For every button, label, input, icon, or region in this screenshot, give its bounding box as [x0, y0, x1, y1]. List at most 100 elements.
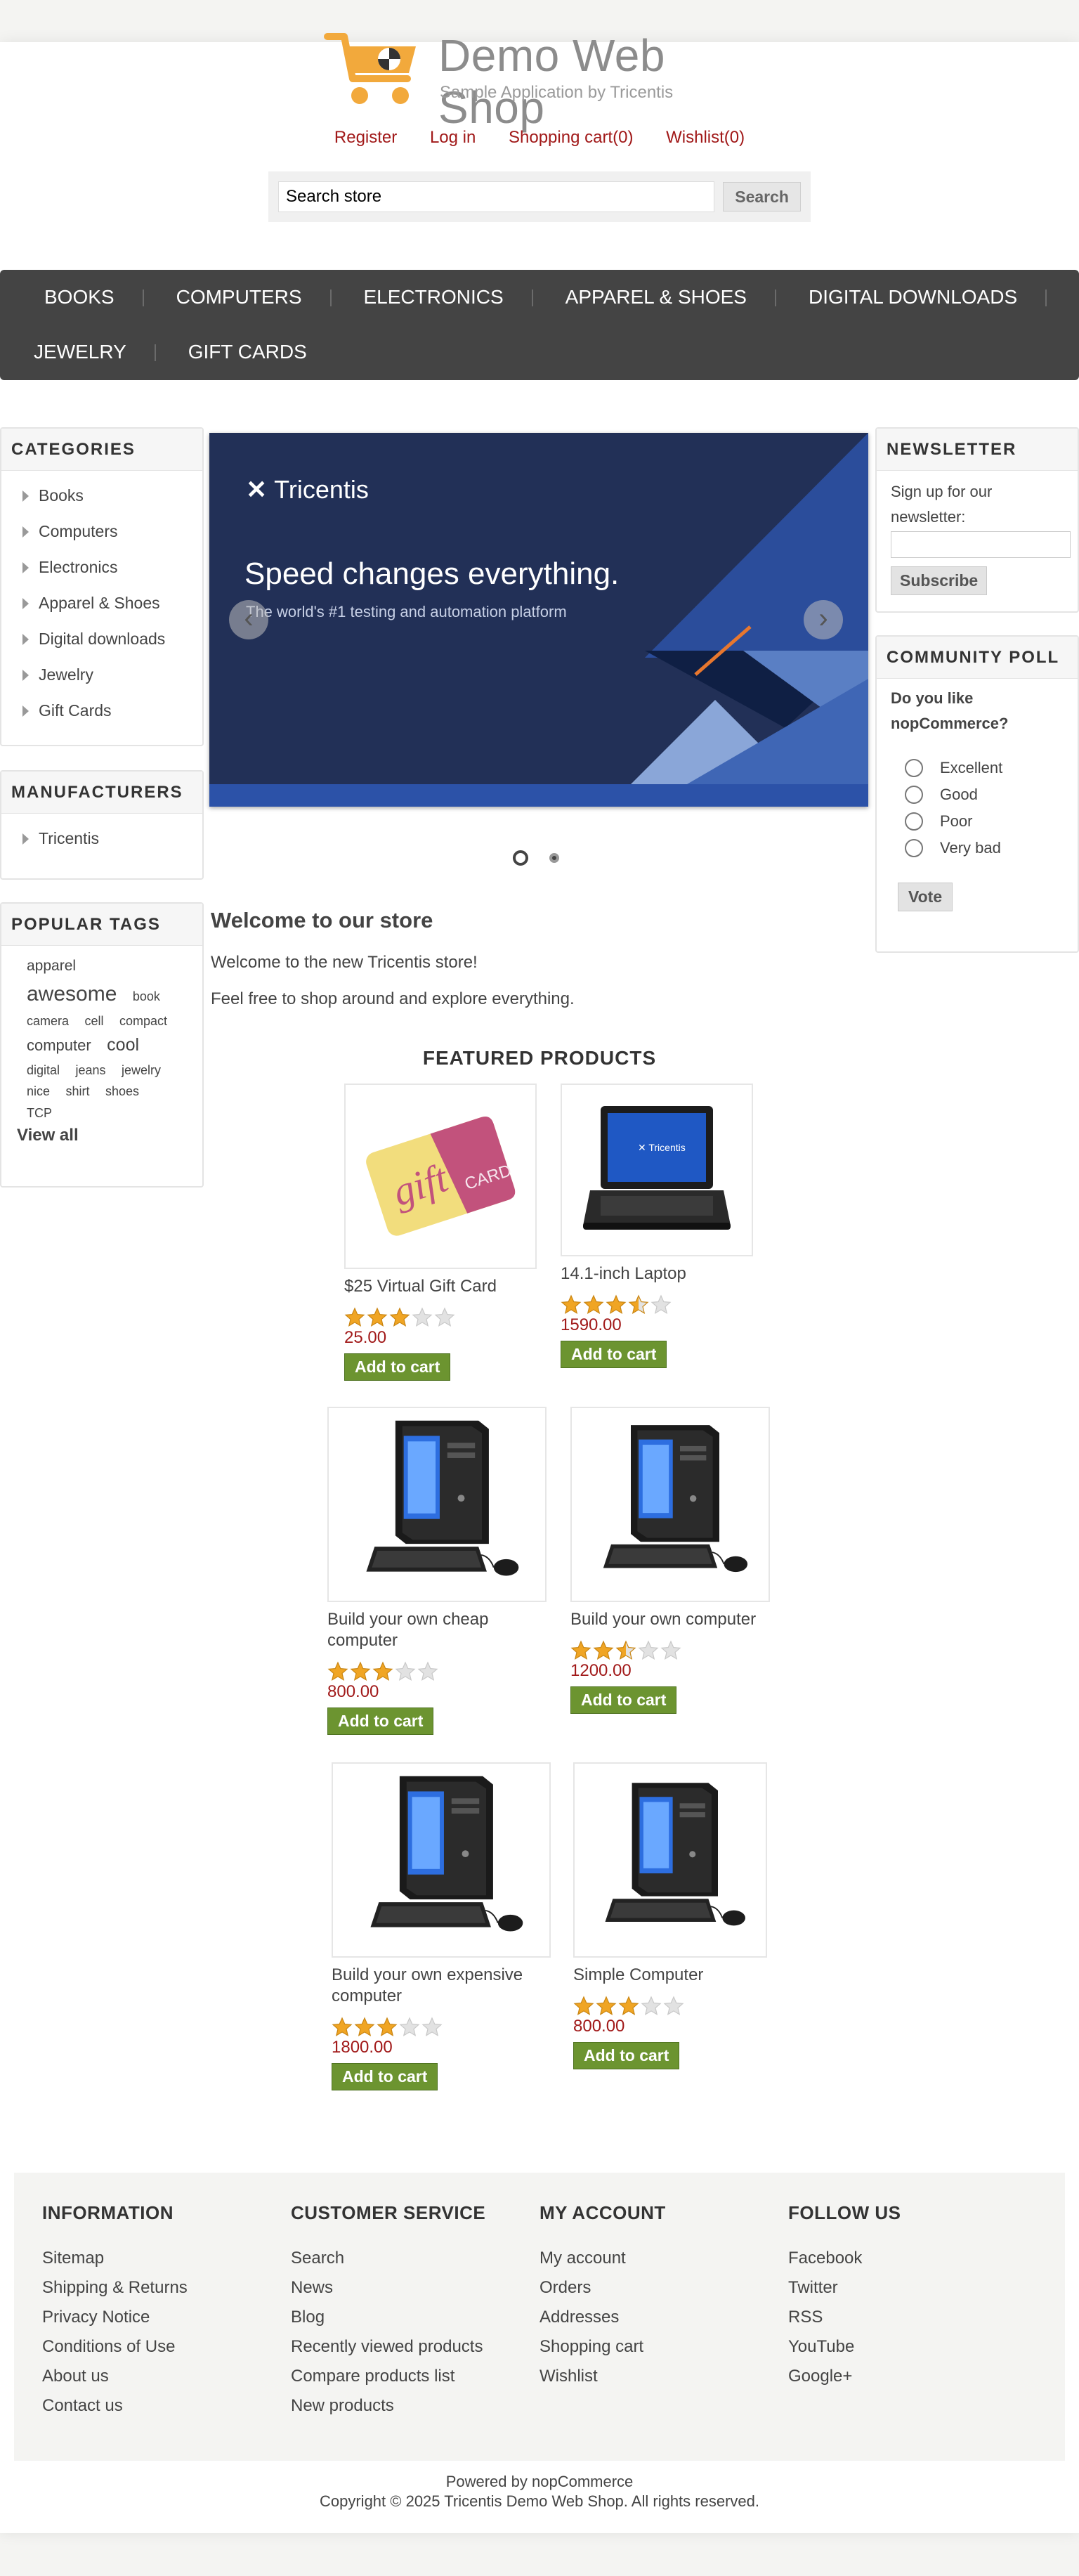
menu-item-books[interactable]: BOOKS	[11, 270, 144, 325]
manufacturer-tricentis[interactable]: Tricentis	[1, 821, 202, 857]
tag-link[interactable]: book	[133, 989, 160, 1005]
slider-dot-2[interactable]	[549, 853, 559, 863]
add-to-cart-button[interactable]: Add to cart	[327, 1707, 434, 1735]
footer-link[interactable]: Compare products list	[291, 2362, 485, 2391]
menu-item-apparel-shoes[interactable]: APPAREL & SHOES	[532, 270, 776, 325]
footer-link[interactable]: Sitemap	[42, 2244, 188, 2273]
star-full-icon	[606, 1294, 627, 1315]
poll-option-label: Good	[940, 786, 978, 803]
category-computers[interactable]: Computers	[1, 514, 202, 549]
menu-item-electronics[interactable]: ELECTRONICS	[330, 270, 533, 325]
category-electronics[interactable]: Electronics	[1, 549, 202, 585]
poll-option-good[interactable]: Good	[877, 781, 1078, 808]
poll-option-label: Excellent	[940, 759, 1003, 776]
footer-link[interactable]: My account	[540, 2244, 666, 2273]
add-to-cart-button[interactable]: Add to cart	[344, 1353, 451, 1381]
product-image[interactable]	[573, 1762, 767, 1958]
footer-link[interactable]: Search	[291, 2244, 485, 2273]
site-logo[interactable]: Demo Web Shop Sample Application by Tric…	[323, 27, 759, 133]
footer-link[interactable]: YouTube	[788, 2332, 901, 2362]
product-image[interactable]	[332, 1762, 551, 1958]
footer-link[interactable]: Google+	[788, 2362, 901, 2391]
top-menu-row-1: BOOKS COMPUTERS ELECTRONICS APPAREL & SH…	[11, 270, 1047, 325]
category-digital-downloads[interactable]: Digital downloads	[1, 621, 202, 657]
product-title[interactable]: Build your own computer	[570, 1609, 770, 1630]
category-label: Apparel & Shoes	[39, 594, 160, 612]
menu-item-digital-downloads[interactable]: DIGITAL DOWNLOADS	[775, 270, 1047, 325]
slider-next-arrow-icon[interactable]: ›	[804, 600, 843, 639]
tag-link[interactable]: shoes	[105, 1084, 139, 1100]
search-input[interactable]	[278, 181, 715, 212]
register-link[interactable]: Register	[334, 128, 397, 148]
product-title[interactable]: 14.1-inch Laptop	[561, 1263, 754, 1284]
subscribe-button[interactable]: Subscribe	[891, 566, 988, 595]
category-jewelry[interactable]: Jewelry	[1, 657, 202, 693]
product-title[interactable]: Build your own expensive computer	[332, 1965, 551, 2007]
tag-link[interactable]: TCP	[27, 1105, 52, 1121]
footer-link[interactable]: Privacy Notice	[42, 2303, 188, 2332]
footer-link[interactable]: Twitter	[788, 2273, 901, 2303]
footer-link[interactable]: Shipping & Returns	[42, 2273, 188, 2303]
view-all-tags-link[interactable]: View all	[17, 1125, 191, 1146]
vote-button[interactable]: Vote	[898, 883, 953, 911]
footer-link[interactable]: New products	[291, 2391, 485, 2421]
tag-link[interactable]: awesome	[27, 981, 117, 1008]
tag-link[interactable]: camera	[27, 1013, 69, 1029]
product-image[interactable]	[570, 1407, 770, 1602]
product-price: 1590.00	[561, 1315, 622, 1334]
footer-link[interactable]: News	[291, 2273, 485, 2303]
product-title[interactable]: $25 Virtual Gift Card	[344, 1276, 538, 1297]
poll-option-very-bad[interactable]: Very bad	[877, 835, 1078, 861]
footer-link[interactable]: RSS	[788, 2303, 901, 2332]
footer-link[interactable]: Orders	[540, 2273, 666, 2303]
radio-button[interactable]	[905, 839, 923, 857]
footer-link[interactable]: Facebook	[788, 2244, 901, 2273]
login-link[interactable]: Log in	[430, 128, 476, 148]
shopping-cart-link[interactable]: Shopping cart(0)	[509, 128, 633, 148]
poll-option-excellent[interactable]: Excellent	[877, 755, 1078, 781]
add-to-cart-button[interactable]: Add to cart	[573, 2042, 680, 2069]
tag-link[interactable]: compact	[119, 1013, 167, 1029]
radio-button[interactable]	[905, 759, 923, 777]
footer-link[interactable]: Addresses	[540, 2303, 666, 2332]
footer-link[interactable]: Shopping cart	[540, 2332, 666, 2362]
footer: INFORMATION Sitemap Shipping & Returns P…	[14, 2173, 1065, 2461]
search-button[interactable]: Search	[723, 182, 801, 212]
poll-option-poor[interactable]: Poor	[877, 808, 1078, 835]
footer-link[interactable]: About us	[42, 2362, 188, 2391]
product-title[interactable]: Build your own cheap computer	[327, 1609, 547, 1651]
menu-item-computers[interactable]: COMPUTERS	[143, 270, 332, 325]
footer-link[interactable]: Conditions of Use	[42, 2332, 188, 2362]
newsletter-email-input[interactable]	[891, 531, 1071, 558]
menu-item-jewelry[interactable]: JEWELRY	[0, 325, 156, 379]
tag-link[interactable]: nice	[27, 1084, 50, 1100]
product-image[interactable]	[327, 1407, 547, 1602]
footer-link[interactable]: Contact us	[42, 2391, 188, 2421]
radio-button[interactable]	[905, 786, 923, 804]
slider-subline: The world's #1 testing and automation pl…	[246, 603, 567, 620]
tag-link[interactable]: apparel	[27, 957, 76, 975]
product-image[interactable]: ✕ Tricentis	[561, 1084, 753, 1256]
tag-link[interactable]: shirt	[65, 1084, 89, 1100]
wishlist-link[interactable]: Wishlist(0)	[666, 128, 745, 148]
product-image[interactable]: gift CARD	[344, 1084, 537, 1269]
product-title[interactable]: Simple Computer	[573, 1965, 767, 1986]
product-price: 1200.00	[570, 1661, 632, 1680]
add-to-cart-button[interactable]: Add to cart	[332, 2063, 438, 2090]
category-books[interactable]: Books	[1, 478, 202, 514]
footer-link[interactable]: Recently viewed products	[291, 2332, 485, 2362]
home-slider[interactable]: ✕ Tricentis Speed changes everything. Th…	[209, 433, 868, 807]
slider-dot-1[interactable]	[513, 850, 528, 866]
star-empty-icon	[663, 1996, 684, 2016]
category-apparel-shoes[interactable]: Apparel & Shoes	[1, 585, 202, 621]
radio-button[interactable]	[905, 812, 923, 831]
footer-link[interactable]: Blog	[291, 2303, 485, 2332]
slider-prev-arrow-icon[interactable]: ‹	[229, 600, 268, 639]
category-gift-cards[interactable]: Gift Cards	[1, 693, 202, 729]
add-to-cart-button[interactable]: Add to cart	[570, 1686, 677, 1714]
star-full-icon	[596, 1996, 617, 2016]
menu-item-gift-cards[interactable]: GIFT CARDS	[155, 325, 335, 379]
footer-link[interactable]: Wishlist	[540, 2362, 666, 2391]
add-to-cart-button[interactable]: Add to cart	[561, 1341, 667, 1368]
tag-link[interactable]: cell	[84, 1013, 103, 1029]
